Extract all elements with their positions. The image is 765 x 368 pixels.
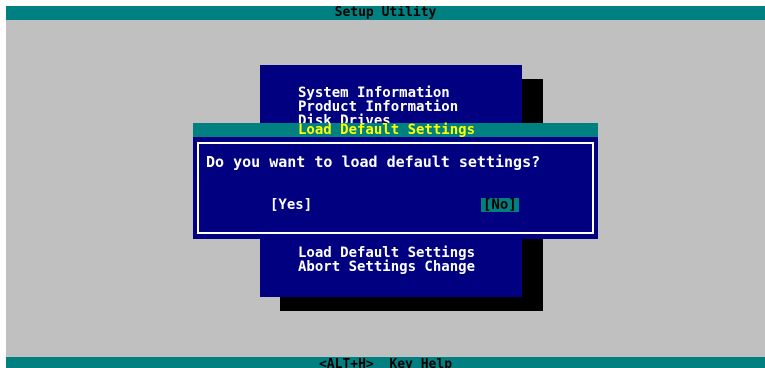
dialog-title-bar: Load Default Settings (193, 123, 598, 137)
dialog-title: Load Default Settings (298, 122, 476, 138)
menu-item-system-information[interactable]: System Information (298, 86, 450, 100)
menu-item-abort-settings-change[interactable]: Abort Settings Change (298, 260, 475, 274)
setup-screen: Setup Utility System Information Product… (6, 6, 765, 368)
dialog-message: Do you want to load default settings? (206, 153, 541, 171)
title-bar: Setup Utility (6, 6, 765, 20)
no-button[interactable]: [No] (481, 198, 519, 212)
app-title: Setup Utility (334, 6, 437, 20)
status-bar: <ALT+H> Key Help (6, 357, 765, 368)
yes-button[interactable]: [Yes] (270, 198, 312, 212)
help-hint: Key Help (389, 357, 453, 368)
menu-item-load-default-settings[interactable]: Load Default Settings (298, 246, 475, 260)
help-key: <ALT+H> (318, 357, 374, 368)
menu-item-product-information[interactable]: Product Information (298, 100, 458, 114)
confirm-dialog: Do you want to load default settings? [Y… (193, 137, 598, 239)
